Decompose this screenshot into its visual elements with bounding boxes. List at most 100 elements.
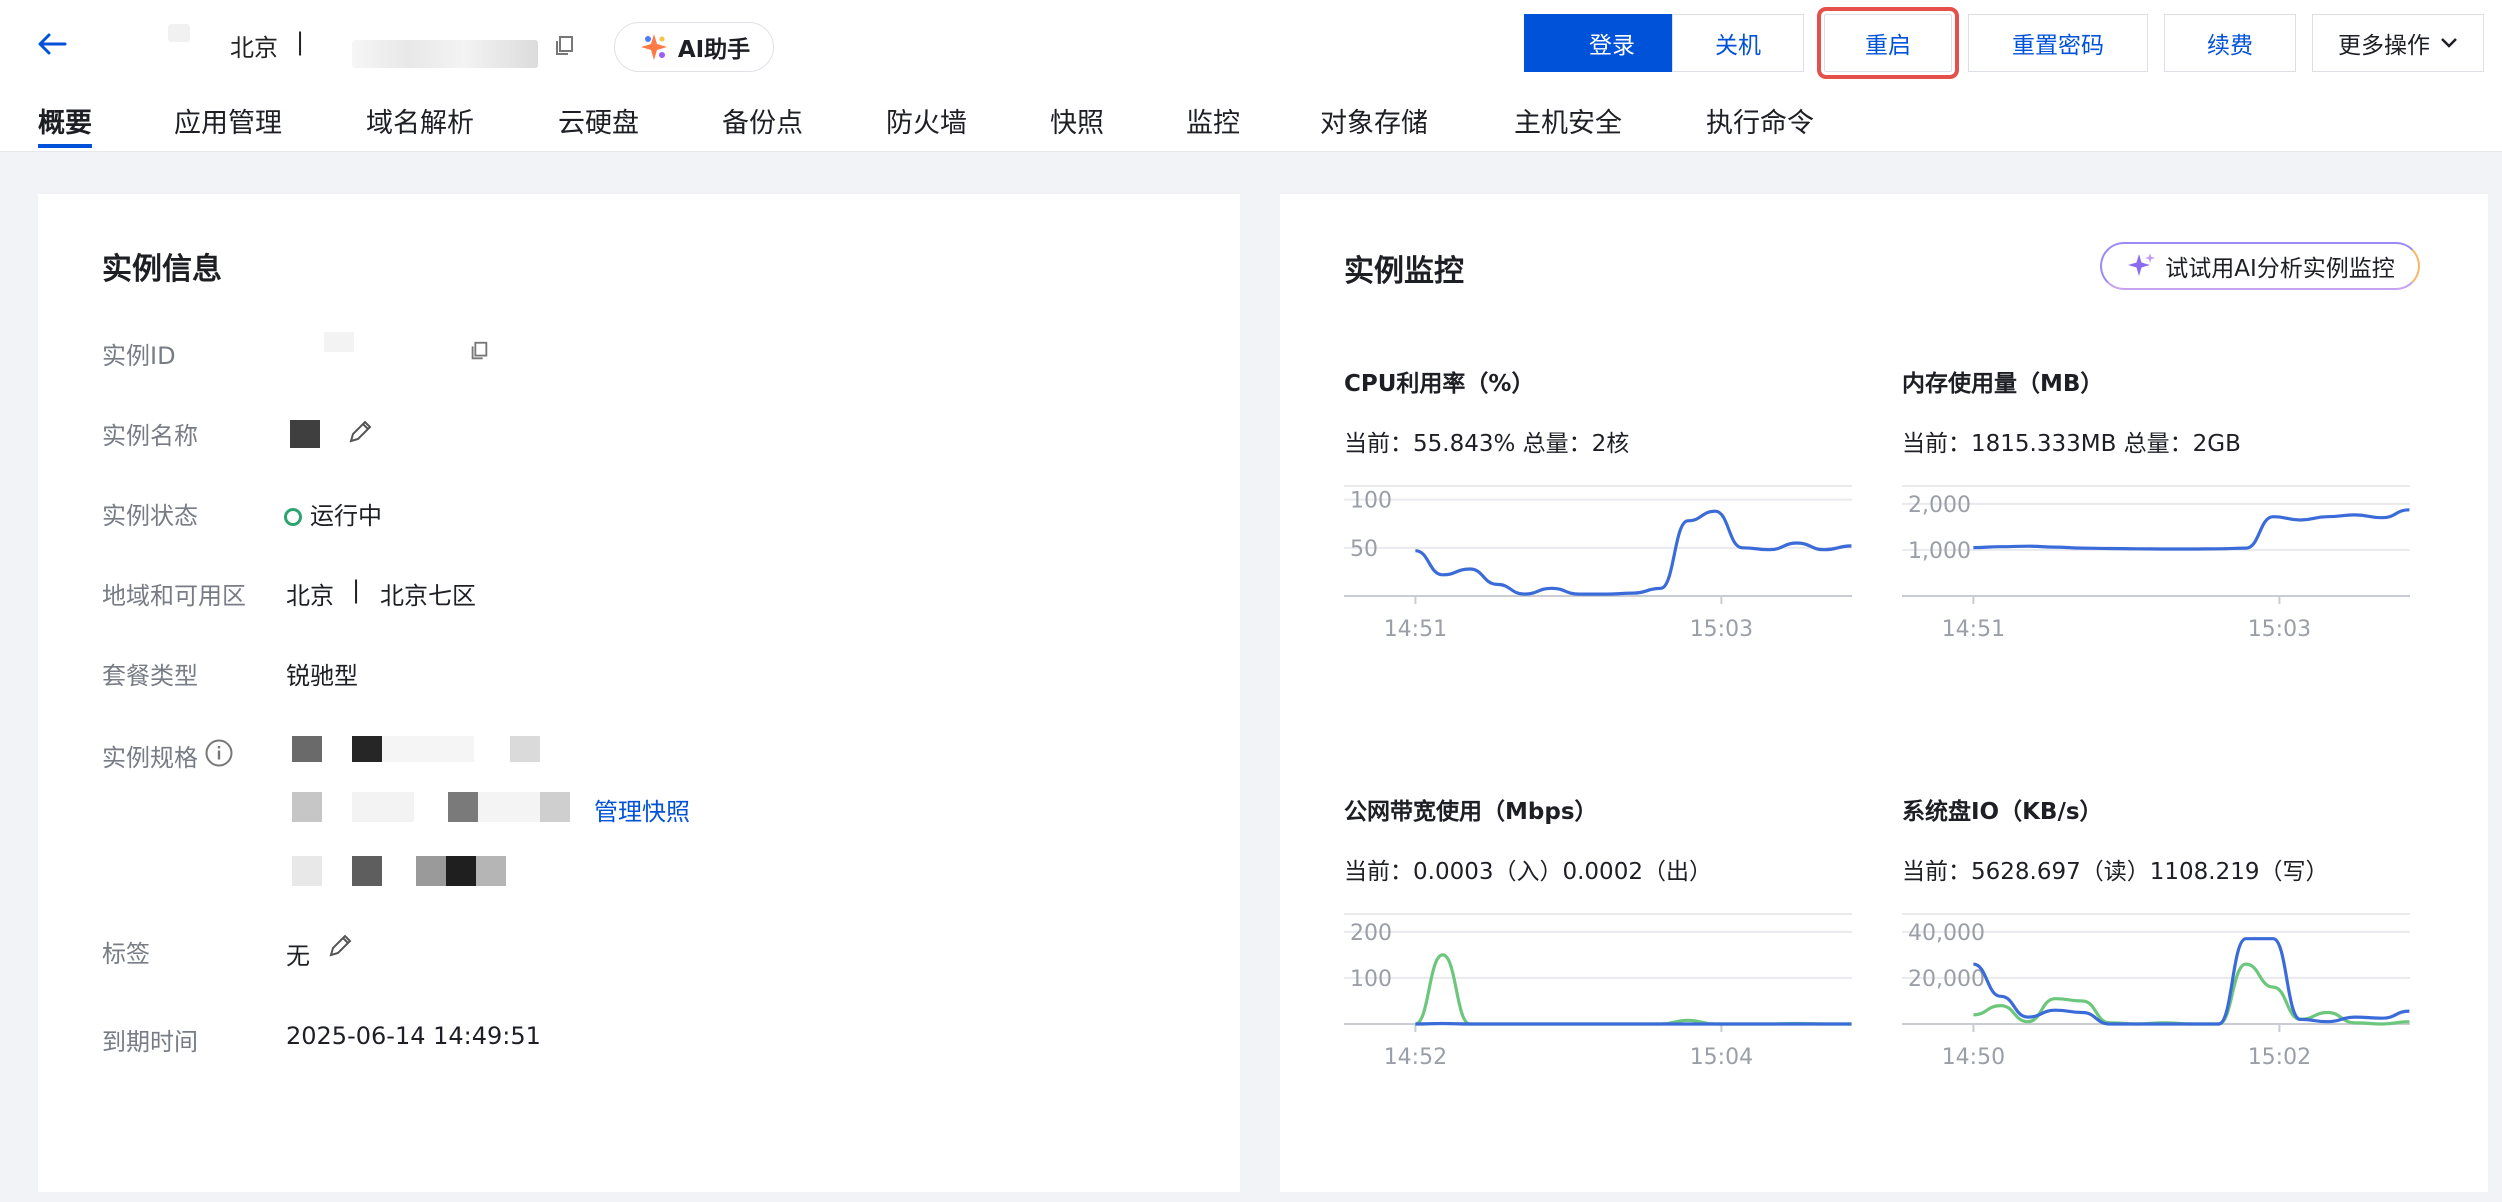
ai-assistant-button[interactable]: AI助手	[614, 22, 774, 72]
redacted-spec	[292, 792, 322, 822]
x-tick-label: 15:04	[1690, 1045, 1753, 1070]
ai-analyze-button[interactable]: 试试用AI分析实例监控	[2100, 242, 2420, 290]
y-tick-label: 200	[1350, 921, 1392, 946]
tab-overview[interactable]: 概要	[38, 104, 92, 148]
ai-assistant-label: AI助手	[677, 37, 751, 63]
region-label: 北京	[230, 34, 278, 62]
expire-label: 到期时间	[102, 1028, 198, 1056]
tags-label: 标签	[102, 940, 150, 968]
redacted-spec	[540, 792, 570, 822]
manage-snapshot-link[interactable]: 管理快照	[594, 792, 690, 827]
ai-analyze-label: 试试用AI分析实例监控	[2165, 256, 2395, 282]
tab-cloud-disk[interactable]: 云硬盘	[558, 104, 639, 148]
restart-button[interactable]: 重启	[1817, 7, 1959, 79]
instance-info-panel: 实例信息 实例ID 实例名称 实例状态 运行中 地域和可用区 北京 | 北京七区…	[38, 194, 1240, 1192]
redacted-spec	[476, 856, 506, 886]
edit-icon[interactable]	[346, 418, 374, 450]
disk-io-metric-current: 当前：5628.697（读）1108.219（写）	[1902, 859, 2329, 885]
x-tick-label: 14:50	[1942, 1045, 2005, 1070]
redacted-spec	[352, 856, 382, 886]
redacted-instance-id	[324, 332, 354, 352]
zone-separator: |	[352, 576, 361, 604]
x-tick-label: 15:03	[2248, 617, 2311, 642]
chevron-down-icon	[2441, 38, 2457, 48]
y-tick-label: 40,000	[1908, 921, 1985, 946]
more-actions-button[interactable]: 更多操作	[2312, 14, 2484, 72]
disk-io-chart: 20,000 40,000 14:50 15:02	[1902, 913, 2410, 1070]
y-tick-label: 100	[1350, 489, 1392, 514]
instance-status-value: 运行中	[284, 496, 382, 531]
series-line-0	[1973, 508, 2410, 551]
tab-backup[interactable]: 备份点	[722, 104, 803, 148]
package-value: 锐驰型	[286, 662, 358, 690]
tab-app-management[interactable]: 应用管理	[174, 104, 282, 148]
tab-dns[interactable]: 域名解析	[366, 104, 474, 148]
x-tick-label: 14:51	[1384, 617, 1447, 642]
tab-bar: 概要 应用管理 域名解析 云硬盘 备份点 防火墙 快照 监控 对象存储 主机安全…	[0, 100, 2502, 152]
redacted-spec	[292, 856, 322, 886]
redacted-spec	[352, 792, 414, 822]
instance-name-label: 实例名称	[102, 422, 198, 450]
bandwidth-metric-title: 公网带宽使用（Mbps）	[1344, 799, 1598, 825]
redacted-spec	[446, 856, 476, 886]
redacted-spec	[478, 792, 540, 822]
shutdown-button[interactable]: 关机	[1672, 14, 1804, 72]
ai-assistant-icon	[640, 34, 667, 60]
copy-icon[interactable]	[468, 340, 490, 366]
tab-monitor[interactable]: 监控	[1186, 104, 1240, 148]
reset-password-button[interactable]: 重置密码	[1968, 14, 2148, 72]
x-tick-label: 15:03	[1690, 617, 1753, 642]
more-actions-label: 更多操作	[2338, 33, 2430, 59]
region-separator: |	[296, 28, 305, 56]
disk-io-metric-title: 系统盘IO（KB/s）	[1902, 799, 2103, 825]
memory-metric-title: 内存使用量（MB）	[1902, 371, 2104, 397]
tab-firewall[interactable]: 防火墙	[886, 104, 967, 148]
instance-status-label: 实例状态	[102, 502, 198, 530]
series-line-0	[1415, 509, 1852, 596]
redacted-spec	[292, 736, 322, 762]
cpu-metric-title: CPU利用率（%）	[1344, 371, 1535, 397]
memory-metric-current: 当前：1815.333MB 总量：2GB	[1902, 431, 2241, 457]
redacted-spec	[448, 792, 478, 822]
bandwidth-chart: 100 200 14:52 15:04	[1344, 913, 1852, 1070]
redacted-spec	[510, 736, 540, 762]
redacted-spec	[382, 736, 474, 762]
cpu-chart: 50 100 14:51 15:03	[1344, 485, 1852, 642]
info-icon[interactable]	[204, 738, 234, 772]
back-arrow-icon[interactable]	[30, 22, 74, 66]
y-tick-label: 2,000	[1908, 493, 1971, 518]
zone-label: 地域和可用区	[102, 582, 246, 610]
instance-monitor-panel: 实例监控 试试用AI分析实例监控 CPU利用率（%） 当前：55.843% 总量…	[1280, 194, 2488, 1192]
instance-monitor-title: 实例监控	[1344, 254, 1464, 289]
bandwidth-metric-current: 当前：0.0003（入）0.0002（出）	[1344, 859, 1712, 885]
spec-label: 实例规格	[102, 744, 198, 772]
expire-value: 2025-06-14 14:49:51	[286, 1022, 541, 1050]
zone-value: 北京七区	[380, 582, 476, 610]
tab-object-storage[interactable]: 对象存储	[1320, 104, 1428, 148]
y-tick-label: 100	[1350, 967, 1392, 992]
y-tick-label: 20,000	[1908, 967, 1985, 992]
instance-info-title: 实例信息	[102, 252, 222, 287]
edit-icon[interactable]	[326, 932, 354, 964]
tab-snapshot[interactable]: 快照	[1050, 104, 1104, 148]
redacted-spec	[352, 736, 382, 762]
x-tick-label: 15:02	[2248, 1045, 2311, 1070]
series-line-1	[1972, 937, 2410, 1026]
series-line-0	[1414, 953, 1852, 1026]
copy-icon[interactable]	[552, 34, 578, 60]
y-tick-label: 50	[1350, 537, 1378, 562]
tab-run-command[interactable]: 执行命令	[1706, 104, 1814, 148]
x-tick-label: 14:51	[1942, 617, 2005, 642]
redacted-instance-id	[352, 40, 538, 68]
y-tick-label: 1,000	[1908, 539, 1971, 564]
cpu-metric-current: 当前：55.843% 总量：2核	[1344, 431, 1630, 457]
redacted-instance-name	[290, 420, 320, 448]
status-running-icon	[284, 508, 302, 526]
zone-region-value: 北京	[286, 582, 334, 610]
tab-host-security[interactable]: 主机安全	[1514, 104, 1622, 148]
x-tick-label: 14:52	[1384, 1045, 1447, 1070]
series-line-1	[1415, 1021, 1852, 1026]
redacted-spec	[416, 856, 446, 886]
top-bar: 北京 | AI助手 登录 关机 重启 重置密码 续费 更多操作 概要 应用管理 …	[0, 0, 2502, 152]
renew-button[interactable]: 续费	[2164, 14, 2296, 72]
